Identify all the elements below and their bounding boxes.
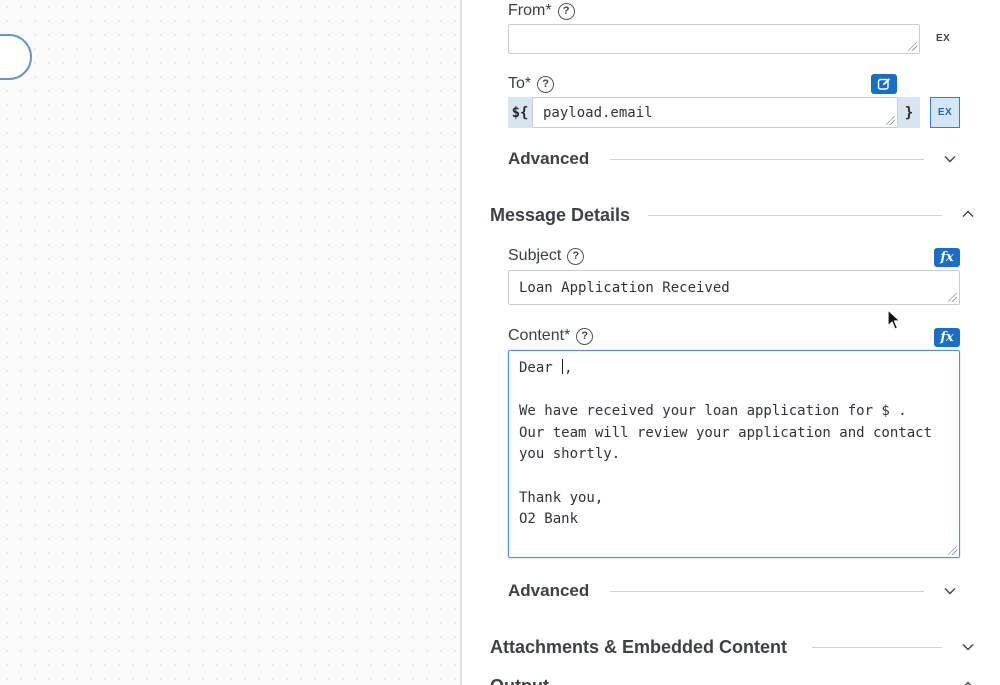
output-header[interactable]: Output [490, 676, 549, 685]
subject-fx-button[interactable]: fx [934, 248, 960, 267]
content-line: Our team will review your application an… [519, 424, 933, 441]
content-line: We have received your loan application f… [519, 403, 907, 420]
chevron-down-icon[interactable] [960, 639, 976, 655]
attachments-header[interactable]: Attachments & Embedded Content [490, 637, 787, 658]
help-icon[interactable]: ? [576, 327, 594, 345]
chevron-down-icon[interactable] [942, 583, 958, 599]
advanced-toggle[interactable]: Advanced [508, 149, 589, 169]
content-line: O2 Bank [519, 511, 579, 528]
message-details-header[interactable]: Message Details [490, 205, 630, 226]
content-label-row: Content* ? [508, 325, 594, 347]
content-line [519, 380, 949, 402]
to-label: To* [508, 75, 532, 92]
content-line [519, 466, 949, 488]
subject-label-row: Subject ? [508, 245, 585, 267]
to-input[interactable]: payload.email [532, 97, 898, 128]
from-input[interactable] [508, 24, 920, 54]
text-caret [562, 359, 564, 374]
resize-grip-icon[interactable] [948, 293, 957, 302]
expression-prefix: ${ [511, 104, 529, 121]
resize-grip-icon[interactable] [948, 546, 957, 555]
edit-icon-glyph [877, 78, 890, 90]
from-label: From* [508, 2, 552, 19]
chevron-down-icon[interactable] [942, 151, 958, 167]
to-expression-field: ${ payload.email } [508, 97, 920, 128]
chevron-up-icon[interactable] [960, 677, 976, 685]
edit-square-icon[interactable] [871, 74, 897, 94]
chevron-up-icon[interactable] [960, 206, 976, 222]
workflow-node[interactable] [0, 34, 32, 80]
help-icon[interactable]: ? [567, 247, 585, 265]
section-divider [610, 591, 924, 592]
from-label-row: From* ? [508, 0, 575, 22]
content-fx-button[interactable]: fx [934, 328, 960, 347]
content-label: Content* [508, 327, 571, 344]
help-icon[interactable]: ? [537, 75, 555, 93]
workflow-canvas[interactable] [0, 0, 460, 685]
expression-suffix: } [904, 104, 914, 121]
subject-label: Subject [508, 247, 562, 264]
section-divider [812, 647, 942, 648]
content-line: you shortly. [519, 446, 621, 463]
properties-panel: From* ? EX To* ? ${ payload.email } EX A… [462, 0, 1000, 685]
to-label-row: To* ? [508, 73, 555, 95]
content-line: Thank you, [519, 489, 604, 506]
content-line: Dear , [519, 359, 573, 376]
subject-input[interactable]: Loan Application Received [508, 270, 960, 305]
advanced-toggle[interactable]: Advanced [508, 581, 589, 601]
mouse-pointer-icon [887, 309, 901, 330]
to-expression-toggle[interactable]: EX [930, 97, 960, 128]
resize-grip-icon[interactable] [908, 42, 917, 51]
from-expression-toggle[interactable]: EX [936, 33, 950, 44]
content-textarea[interactable]: Dear , We have received your loan applic… [508, 350, 960, 558]
resize-grip-icon[interactable] [886, 116, 895, 125]
section-divider [648, 215, 942, 216]
help-icon[interactable]: ? [557, 2, 575, 20]
section-divider [610, 159, 924, 160]
